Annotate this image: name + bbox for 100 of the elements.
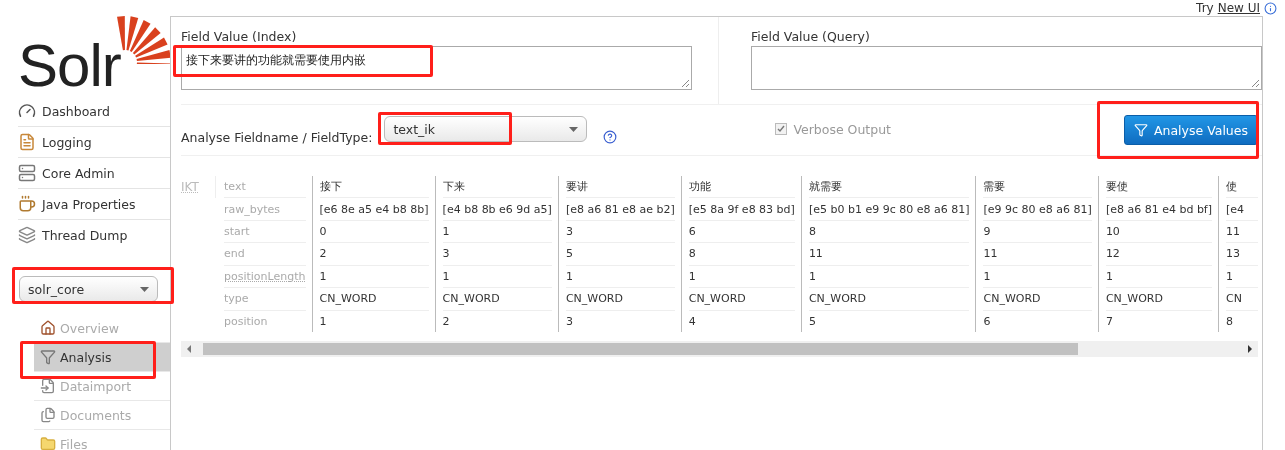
query-input-field[interactable]: [751, 46, 1262, 90]
attribute-label: position: [224, 314, 268, 328]
nav-item[interactable]: Java Properties: [18, 189, 170, 220]
attribute-label: text: [224, 180, 246, 194]
token-cell: CN_WORD: [1105, 288, 1213, 311]
token-cell: CN_WORD: [565, 288, 675, 311]
token-cell: 1: [442, 220, 552, 244]
verbose-label: Verbose Output: [793, 121, 891, 137]
token-cell-text: 8: [1226, 313, 1235, 330]
token-cell-text: 1: [319, 313, 328, 330]
help-icon[interactable]: [603, 130, 618, 144]
filter-icon: [40, 349, 56, 365]
token-cell-text: 3: [565, 313, 574, 330]
folder-icon: [40, 436, 56, 450]
token-cell-text: 6: [983, 313, 992, 330]
token-cell: CN_WORD: [688, 288, 795, 311]
scroll-left-icon[interactable]: [185, 345, 193, 353]
scroll-right-icon[interactable]: [1246, 345, 1254, 353]
token-cell: [e5 b0 b1 e9 9c 80 e8 a6 81]: [808, 198, 970, 221]
caret-icon: [140, 286, 149, 292]
token-cell-text: 7: [1105, 313, 1114, 330]
token-cell: 1: [808, 265, 970, 289]
attribute-label: end: [224, 247, 245, 261]
token-cell: 需要: [983, 176, 1092, 199]
try-text: Try: [1196, 1, 1214, 15]
token-cell: CN_WORD: [808, 288, 970, 311]
token-cell: 0: [319, 220, 429, 244]
filter-icon: [1133, 123, 1148, 137]
token-cell: 11: [1226, 220, 1258, 244]
document-icon: [18, 133, 36, 151]
field-label: Field Value (Index): [181, 29, 297, 44]
token-cell: 10: [1105, 220, 1213, 244]
token-cell: 6: [688, 220, 795, 244]
token-cell: 11: [983, 243, 1092, 266]
field-label: Field Value (Query): [751, 29, 870, 44]
token-cell: 要讲: [565, 176, 675, 199]
nav-item[interactable]: Thread Dump: [18, 220, 170, 250]
import-icon: [40, 378, 56, 394]
token-cell: 接下: [319, 176, 429, 199]
token-cell: 下来: [442, 176, 552, 199]
token-cell-text: 2: [442, 313, 451, 330]
token-cell: 功能: [688, 176, 795, 199]
index-input-field[interactable]: 接下来要讲的功能就需要使用内嵌: [181, 46, 692, 90]
token-cell: [e6 8e a5 e4 b8 8b]: [319, 198, 429, 221]
fieldtype-select[interactable]: text_ik: [384, 116, 588, 142]
resize-grip-icon[interactable]: [1251, 79, 1259, 87]
attribute-label: start: [224, 225, 250, 239]
horizontal-scrollbar[interactable]: [181, 341, 1258, 357]
token-cell: [e4 b8 8b e6 9d a5]: [442, 198, 552, 221]
token-cell: [e9 9c 80 e8 a6 81]: [983, 198, 1092, 221]
token-cell: CN_WORD: [442, 288, 552, 311]
token-cell: 1: [1105, 265, 1213, 289]
cup-icon: [18, 195, 36, 213]
gauge-icon: [18, 102, 36, 120]
nav-item[interactable]: Dashboard: [18, 96, 170, 127]
logo-text: Solr: [18, 36, 121, 96]
token-cell: 就需要: [808, 176, 970, 199]
token-cell: 1: [442, 265, 552, 289]
attribute-label: raw_bytes: [224, 202, 281, 216]
home-icon: [40, 320, 56, 336]
token-cell: [e8 a6 81 e4 bd bf]: [1105, 198, 1213, 221]
token-cell: 2: [319, 243, 429, 266]
documents-icon: [40, 407, 56, 423]
core-nav-item[interactable]: Analysis: [34, 343, 170, 372]
token-cell: 12: [1105, 243, 1213, 266]
token-cell: 9: [983, 220, 1092, 244]
info-icon[interactable]: [1264, 1, 1277, 15]
server-icon: [18, 164, 36, 182]
nav-item[interactable]: Core Admin: [18, 158, 170, 189]
token-cell: 1: [983, 265, 1092, 289]
verbose-checkbox[interactable]: [775, 123, 788, 135]
tokenizer-label: IKT: [181, 180, 199, 194]
core-select[interactable]: solr_core: [19, 276, 158, 302]
token-cell-text: 4: [688, 313, 697, 330]
scrollbar-thumb[interactable]: [203, 343, 1078, 355]
token-cell: 1: [565, 265, 675, 289]
attribute-label: positionLength: [224, 269, 306, 283]
token-cell: 1: [319, 265, 429, 289]
token-cell: 8: [688, 243, 795, 266]
attribute-label: type: [224, 292, 249, 306]
resize-grip-icon[interactable]: [681, 79, 689, 87]
fieldtype-label: Analyse Fieldname / FieldType:: [181, 129, 373, 145]
token-cell: 5: [565, 243, 675, 266]
token-cell: CN_WORD: [983, 288, 1092, 311]
token-cell: 8: [808, 220, 970, 244]
analyse-button[interactable]: Analyse Values: [1123, 115, 1258, 145]
token-cell: 13: [1226, 243, 1258, 266]
token-cell: 1: [1226, 265, 1258, 289]
token-cell: 3: [565, 220, 675, 244]
token-cell: CN: [1226, 288, 1258, 311]
token-cell-text: 5: [808, 313, 817, 330]
token-cell: [e5 8a 9f e8 83 bd]: [688, 198, 795, 221]
token-cell: 11: [808, 243, 970, 266]
token-cell: [e8 a6 81 e8 ae b2]: [565, 198, 675, 221]
token-cell: CN_WORD: [319, 288, 429, 311]
nav-item[interactable]: Logging: [18, 127, 170, 158]
token-cell: 要使: [1105, 176, 1213, 199]
token-cell: 1: [688, 265, 795, 289]
layers-icon: [18, 226, 36, 244]
new-ui-link[interactable]: New UI: [1217, 1, 1260, 15]
